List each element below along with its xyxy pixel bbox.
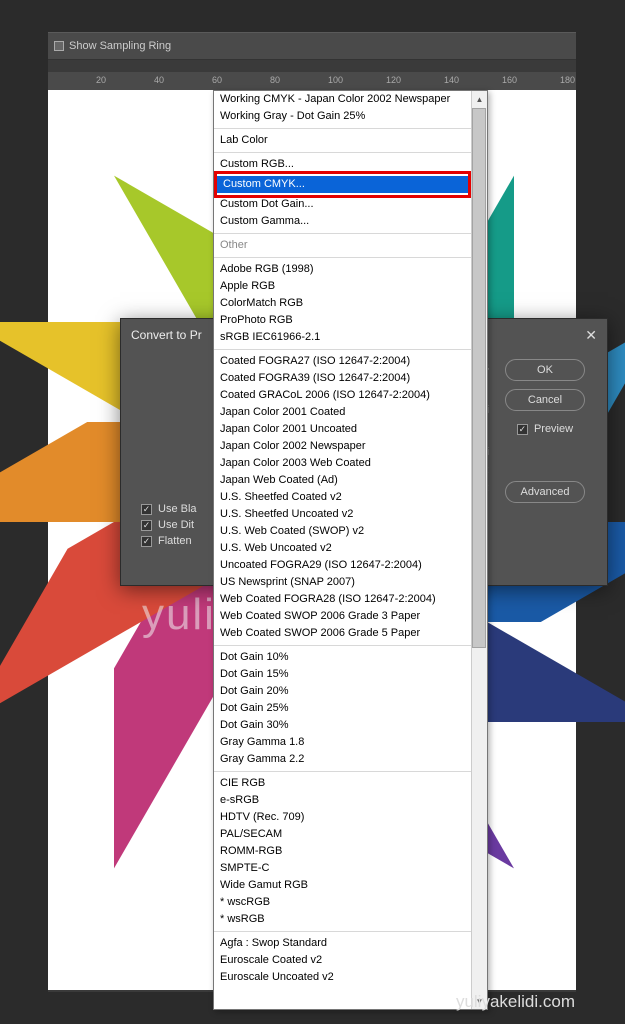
options-bar: Show Sampling Ring	[48, 32, 576, 60]
ruler-mark: 100	[328, 75, 343, 85]
dropdown-item[interactable]: Web Coated FOGRA28 (ISO 12647-2:2004)	[214, 591, 471, 608]
dropdown-separator	[214, 128, 471, 129]
highlighted-selection: Custom CMYK...	[214, 171, 471, 198]
dropdown-item[interactable]: Custom Dot Gain...	[214, 196, 471, 213]
dropdown-item[interactable]: Web Coated SWOP 2006 Grade 3 Paper	[214, 608, 471, 625]
dropdown-item[interactable]: US Newsprint (SNAP 2007)	[214, 574, 471, 591]
dropdown-item[interactable]: SMPTE-C	[214, 860, 471, 877]
dropdown-separator	[214, 645, 471, 646]
dropdown-item[interactable]: Dot Gain 25%	[214, 700, 471, 717]
app-frame: Show Sampling Ring 202040608010012014016…	[48, 32, 576, 992]
dropdown-item[interactable]: Apple RGB	[214, 278, 471, 295]
dropdown-item[interactable]: Adobe RGB (1998)	[214, 261, 471, 278]
advanced-button[interactable]: Advanced	[505, 481, 585, 503]
dropdown-item[interactable]: e-sRGB	[214, 792, 471, 809]
scroll-thumb[interactable]	[472, 108, 486, 648]
dropdown-item[interactable]: CIE RGB	[214, 775, 471, 792]
dropdown-item[interactable]: Wide Gamut RGB	[214, 877, 471, 894]
dropdown-item[interactable]: ROMM-RGB	[214, 843, 471, 860]
dropdown-item[interactable]: Japan Color 2001 Coated	[214, 404, 471, 421]
ruler-mark: 40	[154, 75, 164, 85]
use-dither-label: Use Dit	[158, 519, 194, 531]
dropdown-item[interactable]: Working Gray - Dot Gain 25%	[214, 108, 471, 125]
dropdown-item[interactable]: Custom CMYK...	[217, 176, 468, 193]
dropdown-separator	[214, 257, 471, 258]
dropdown-separator	[214, 931, 471, 932]
dropdown-item[interactable]: Gray Gamma 2.2	[214, 751, 471, 768]
flatten-checkbox[interactable]: ✓	[141, 536, 152, 547]
dropdown-separator	[214, 233, 471, 234]
ruler-mark: 140	[444, 75, 459, 85]
dropdown-item[interactable]: HDTV (Rec. 709)	[214, 809, 471, 826]
sampling-ring-checkbox[interactable]	[54, 41, 64, 51]
profile-dropdown-list[interactable]: Working CMYK - Japan Color 2002 Newspape…	[213, 90, 488, 1010]
ruler-mark: 160	[502, 75, 517, 85]
dropdown-separator	[214, 349, 471, 350]
ruler-mark: 60	[212, 75, 222, 85]
dropdown-item[interactable]: Coated FOGRA27 (ISO 12647-2:2004)	[214, 353, 471, 370]
dropdown-item[interactable]: U.S. Web Uncoated v2	[214, 540, 471, 557]
use-dither-checkbox[interactable]: ✓	[141, 520, 152, 531]
ruler-mark: 20	[96, 75, 106, 85]
dropdown-item[interactable]: Dot Gain 30%	[214, 717, 471, 734]
ruler-mark: 180	[560, 75, 575, 85]
dropdown-item[interactable]: Web Coated SWOP 2006 Grade 5 Paper	[214, 625, 471, 642]
preview-row[interactable]: ✓ Preview	[517, 423, 573, 435]
dropdown-item: Other	[214, 237, 471, 254]
ruler-mark: 120	[386, 75, 401, 85]
dropdown-item[interactable]: Dot Gain 15%	[214, 666, 471, 683]
dropdown-item[interactable]: Coated GRACoL 2006 (ISO 12647-2:2004)	[214, 387, 471, 404]
dropdown-item[interactable]: Working CMYK - Japan Color 2002 Newspape…	[214, 91, 471, 108]
dropdown-item[interactable]: Custom Gamma...	[214, 213, 471, 230]
footer-watermark: yuliyakelidi.com	[456, 992, 575, 1012]
dropdown-item[interactable]: Japan Color 2002 Newspaper	[214, 438, 471, 455]
scroll-up-arrow[interactable]: ▲	[472, 91, 487, 107]
cancel-button[interactable]: Cancel	[505, 389, 585, 411]
dropdown-item[interactable]: Euroscale Coated v2	[214, 952, 471, 969]
dropdown-item[interactable]: Japan Web Coated (Ad)	[214, 472, 471, 489]
dropdown-item[interactable]: Agfa : Swop Standard	[214, 935, 471, 952]
preview-label: Preview	[534, 423, 573, 435]
ok-button[interactable]: OK	[505, 359, 585, 381]
dropdown-item[interactable]: Lab Color	[214, 132, 471, 149]
dropdown-item[interactable]: U.S. Web Coated (SWOP) v2	[214, 523, 471, 540]
dropdown-item[interactable]: * wscRGB	[214, 894, 471, 911]
dialog-title: Convert to Pr	[131, 328, 202, 342]
dropdown-item[interactable]: sRGB IEC61966-2.1	[214, 329, 471, 346]
preview-checkbox[interactable]: ✓	[517, 424, 528, 435]
sampling-ring-label: Show Sampling Ring	[69, 40, 171, 52]
dropdown-item[interactable]: Coated FOGRA39 (ISO 12647-2:2004)	[214, 370, 471, 387]
dropdown-item[interactable]: Uncoated FOGRA29 (ISO 12647-2:2004)	[214, 557, 471, 574]
dropdown-item[interactable]: ProPhoto RGB	[214, 312, 471, 329]
dropdown-item[interactable]: Dot Gain 10%	[214, 649, 471, 666]
use-black-point-label: Use Bla	[158, 503, 197, 515]
close-button[interactable]: ✕	[585, 327, 597, 344]
dropdown-item[interactable]: Japan Color 2003 Web Coated	[214, 455, 471, 472]
dropdown-scrollbar[interactable]: ▲ ▼	[471, 91, 487, 1009]
ruler: 2020406080100120140160180	[48, 72, 576, 90]
dropdown-item[interactable]: * wsRGB	[214, 911, 471, 928]
dropdown-item[interactable]: U.S. Sheetfed Coated v2	[214, 489, 471, 506]
ruler-mark: 80	[270, 75, 280, 85]
dropdown-item[interactable]: PAL/SECAM	[214, 826, 471, 843]
dropdown-item[interactable]: ColorMatch RGB	[214, 295, 471, 312]
use-black-point-checkbox[interactable]: ✓	[141, 504, 152, 515]
dropdown-item[interactable]: Gray Gamma 1.8	[214, 734, 471, 751]
dropdown-item[interactable]: Euroscale Uncoated v2	[214, 969, 471, 986]
dropdown-item[interactable]: Dot Gain 20%	[214, 683, 471, 700]
flatten-label: Flatten	[158, 535, 192, 547]
dropdown-separator	[214, 771, 471, 772]
dropdown-separator	[214, 152, 471, 153]
dropdown-item[interactable]: U.S. Sheetfed Uncoated v2	[214, 506, 471, 523]
dropdown-item[interactable]: Japan Color 2001 Uncoated	[214, 421, 471, 438]
